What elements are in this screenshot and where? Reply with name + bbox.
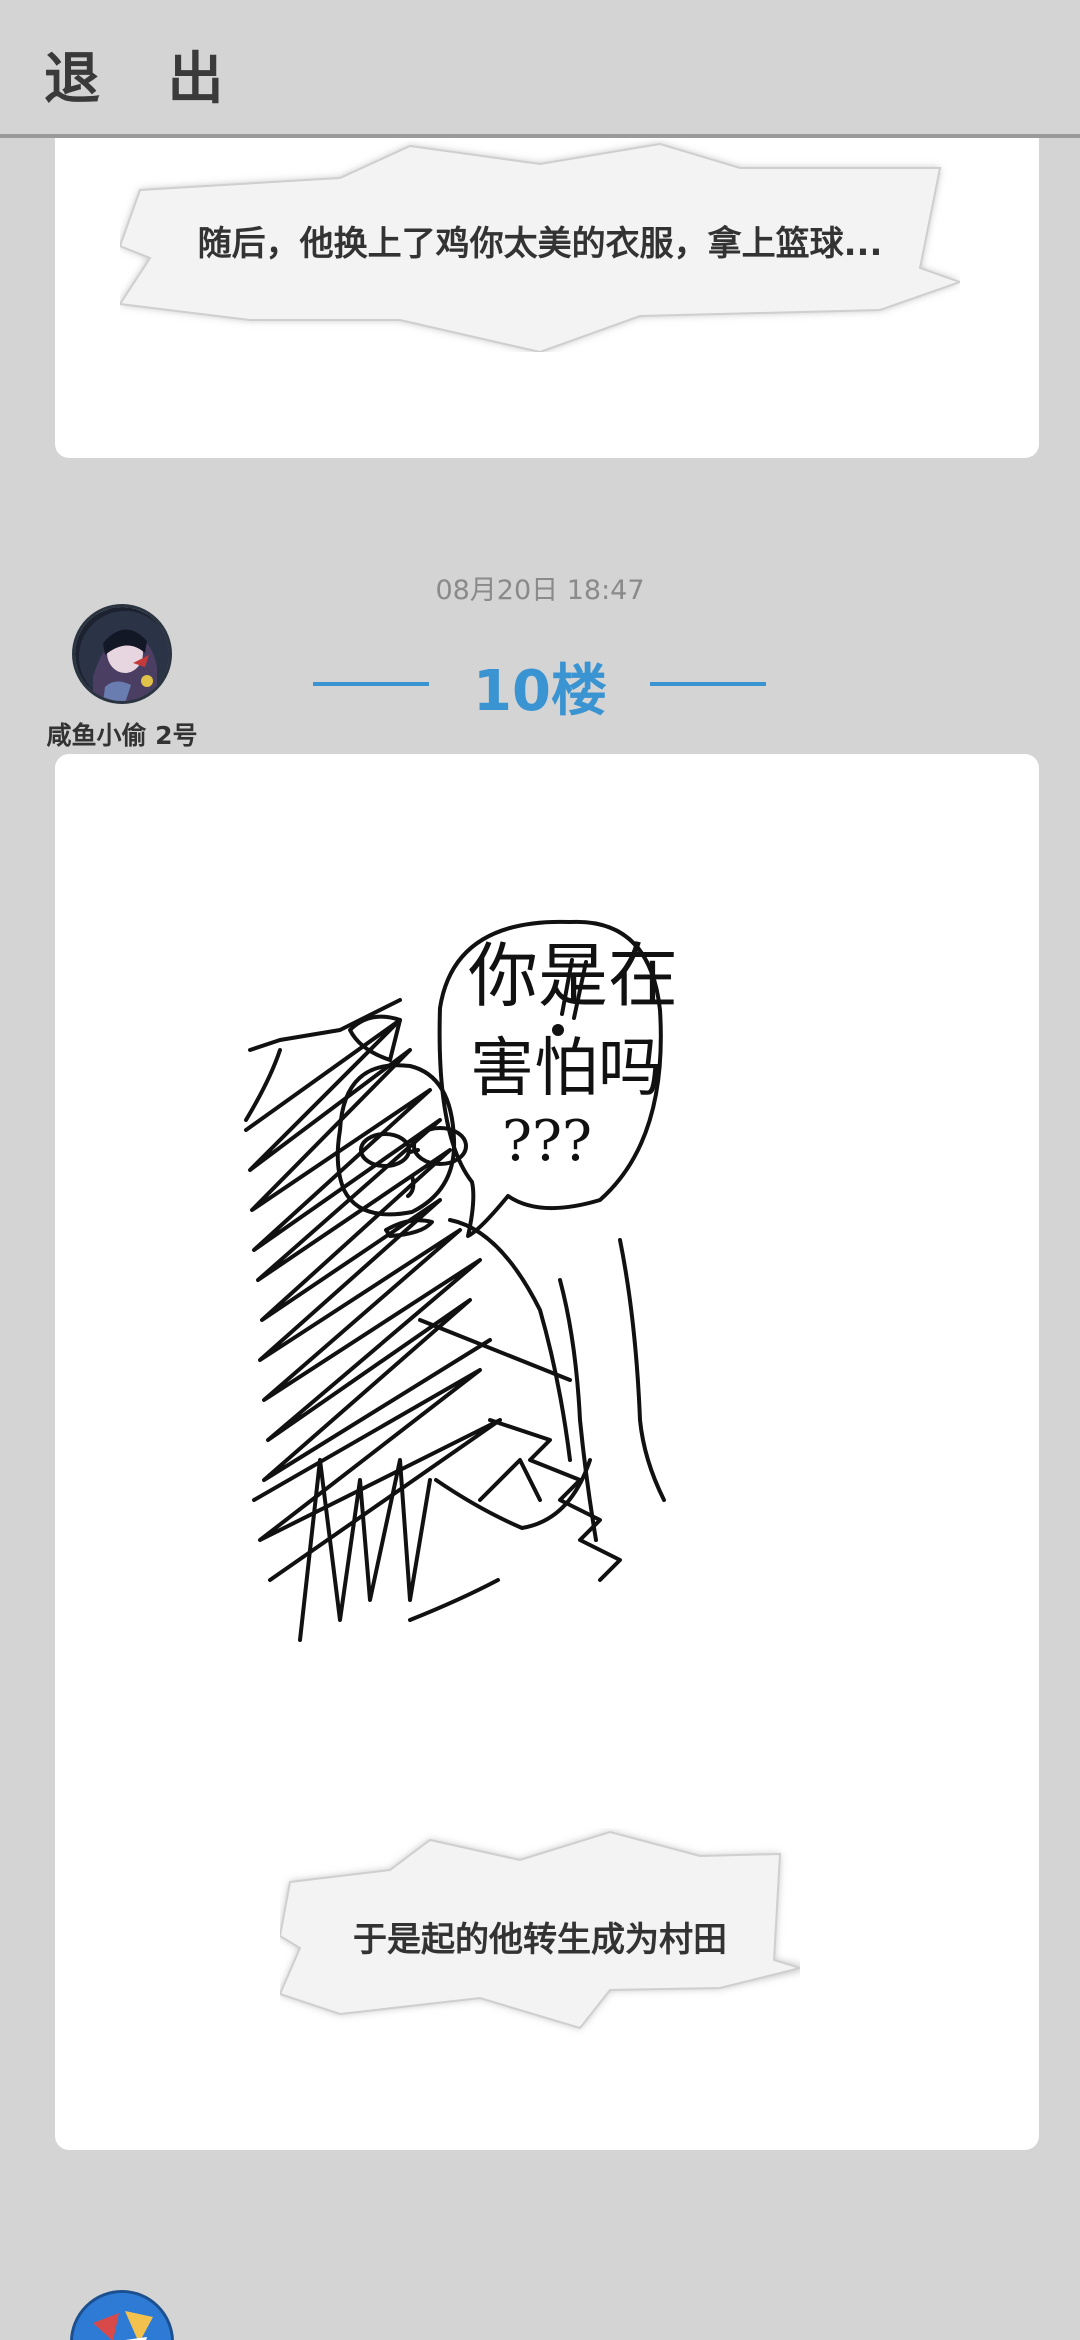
floor-divider-left	[313, 682, 429, 686]
top-bar: 退 出	[0, 0, 1080, 138]
username[interactable]: 咸鱼小偷 2号	[30, 716, 214, 752]
user-avatar[interactable]	[72, 604, 172, 704]
post-drawing: 你是在 害怕吗 ???	[240, 900, 900, 1680]
page: 退 出 随后，他换上了鸡你太美的衣服，拿上篮球... 08月20日 18:47 …	[0, 0, 1080, 2340]
drawing-text-line-3: ???	[502, 1109, 592, 1174]
drawing-text-line-1: 你是在	[468, 935, 678, 1017]
previous-post-caption: 随后，他换上了鸡你太美的衣服，拿上篮球...	[197, 224, 883, 264]
drawing-text-line-2: 害怕吗	[470, 1032, 662, 1106]
exit-button[interactable]: 退 出	[44, 44, 248, 114]
next-user-avatar[interactable]	[70, 2290, 174, 2340]
floor-divider-right	[650, 682, 766, 686]
post-timestamp: 08月20日 18:47	[435, 575, 645, 606]
floor-number: 10楼	[473, 659, 607, 724]
post-caption-bubble: 于是起的他转生成为村田	[280, 1828, 800, 2044]
previous-post-caption-bubble: 随后，他换上了鸡你太美的衣服，拿上篮球...	[120, 138, 960, 352]
post-caption: 于是起的他转生成为村田	[353, 1920, 727, 1960]
